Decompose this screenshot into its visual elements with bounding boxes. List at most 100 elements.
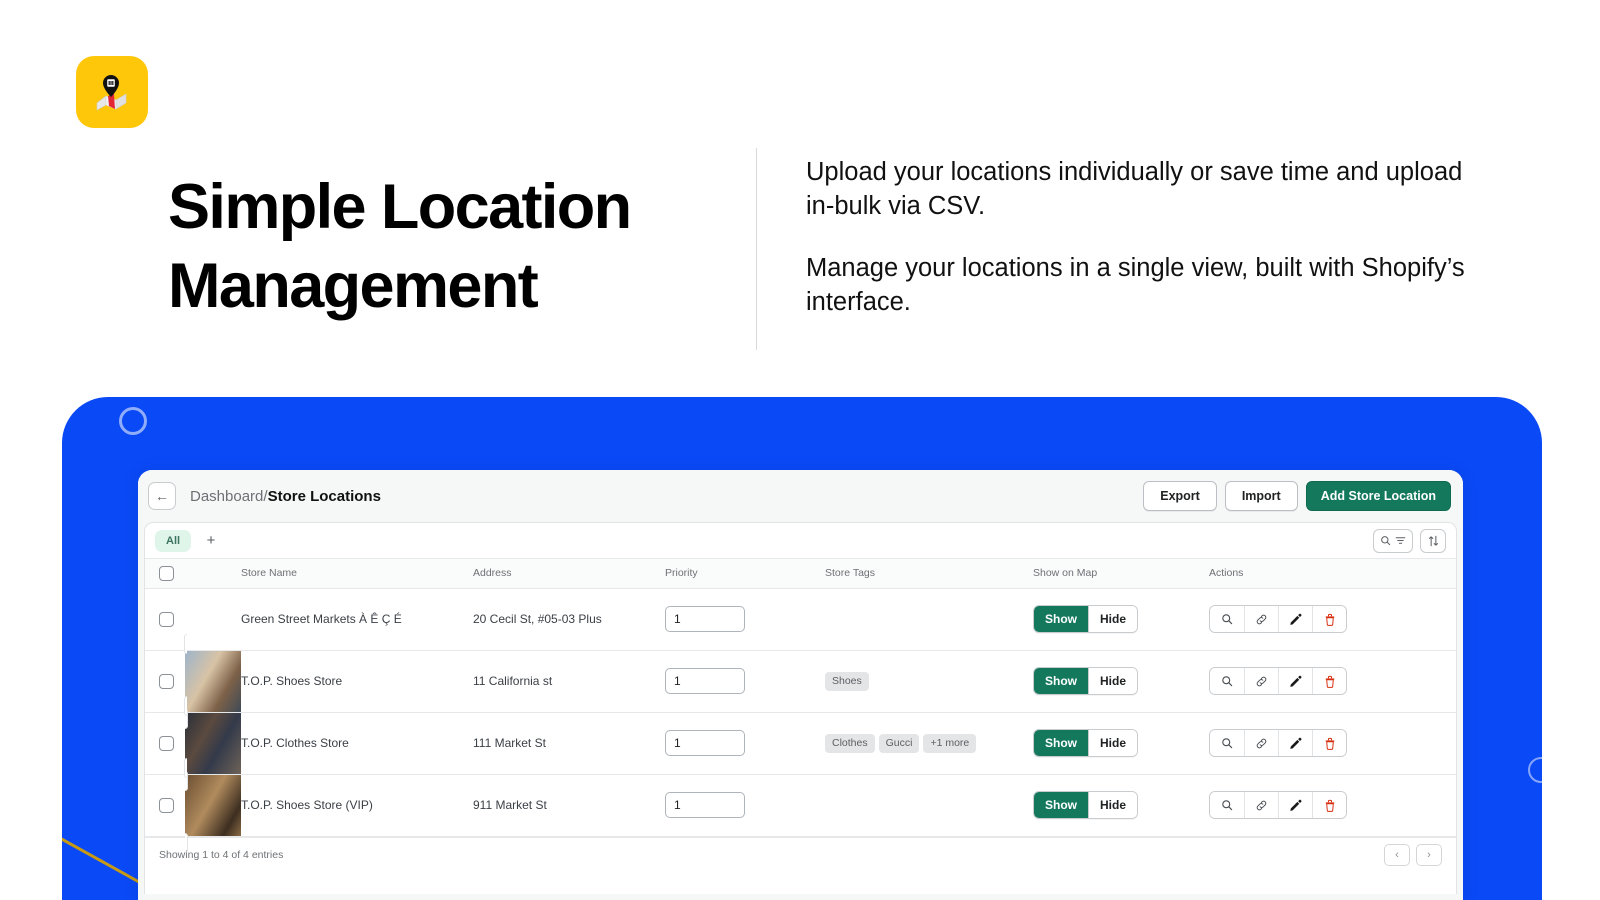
show-on-map-toggle: Show Hide	[1033, 667, 1138, 695]
copy-link-button[interactable]	[1244, 606, 1278, 632]
device-side-button-icon	[1528, 757, 1542, 783]
row-actions	[1209, 729, 1347, 757]
row-actions-cell	[1209, 712, 1456, 774]
row-actions	[1209, 667, 1347, 695]
add-view-button[interactable]: +	[201, 531, 221, 551]
row-tags-cell: ClothesGucci+1 more	[825, 712, 1033, 774]
row-address: 111 Market St	[473, 712, 665, 774]
hero-paragraph-1: Upload your locations individually or sa…	[806, 156, 1466, 224]
link-icon	[1255, 613, 1268, 626]
header-store-name[interactable]: Store Name	[241, 559, 473, 588]
hero-divider	[756, 148, 757, 350]
edit-button[interactable]	[1278, 792, 1312, 818]
breadcrumb-parent[interactable]: Dashboard/	[190, 488, 268, 505]
filter-toolbar-right	[1373, 529, 1446, 553]
row-actions-cell	[1209, 774, 1456, 836]
copy-link-button[interactable]	[1244, 792, 1278, 818]
row-checkbox[interactable]	[159, 736, 174, 751]
priority-input[interactable]	[665, 606, 745, 632]
header-thumbnail	[185, 559, 241, 588]
row-select-cell	[145, 774, 185, 836]
row-show-on-map-cell: Show Hide	[1033, 712, 1209, 774]
pencil-icon	[1289, 799, 1302, 812]
store-tag[interactable]: Clothes	[825, 734, 875, 753]
delete-button[interactable]	[1312, 606, 1346, 632]
edit-button[interactable]	[1278, 730, 1312, 756]
back-button[interactable]: ←	[148, 482, 176, 510]
row-store-name[interactable]: T.O.P. Clothes Store	[241, 712, 473, 774]
show-on-map-toggle: Show Hide	[1033, 729, 1138, 757]
select-all-checkbox[interactable]	[159, 566, 174, 581]
store-tag[interactable]: Gucci	[879, 734, 920, 753]
header-priority[interactable]: Priority	[665, 559, 825, 588]
row-show-on-map-cell: Show Hide	[1033, 774, 1209, 836]
search-icon	[1221, 737, 1233, 749]
pagination: ‹ ›	[1384, 844, 1442, 866]
export-button[interactable]: Export	[1143, 481, 1217, 511]
preview-button[interactable]	[1210, 730, 1244, 756]
store-tag[interactable]: Shoes	[825, 672, 869, 691]
edit-button[interactable]	[1278, 606, 1312, 632]
row-actions-cell	[1209, 650, 1456, 712]
row-checkbox[interactable]	[159, 798, 174, 813]
hide-option[interactable]: Hide	[1088, 730, 1137, 756]
row-show-on-map-cell: Show Hide	[1033, 588, 1209, 650]
preview-button[interactable]	[1210, 606, 1244, 632]
row-store-name[interactable]: Green Street Markets À Ê Ç É	[241, 588, 473, 650]
add-store-location-button[interactable]: Add Store Location	[1306, 481, 1451, 511]
copy-link-button[interactable]	[1244, 730, 1278, 756]
row-tags-cell: Shoes	[825, 650, 1033, 712]
row-select-cell	[145, 712, 185, 774]
show-option[interactable]: Show	[1034, 792, 1088, 818]
sort-button[interactable]	[1420, 529, 1446, 553]
priority-input[interactable]	[665, 668, 745, 694]
hide-option[interactable]: Hide	[1088, 606, 1137, 632]
pencil-icon	[1289, 613, 1302, 626]
delete-button[interactable]	[1312, 730, 1346, 756]
trash-icon	[1324, 737, 1336, 750]
header-show-on-map[interactable]: Show on Map	[1033, 559, 1209, 588]
pagination-next-button[interactable]: ›	[1416, 844, 1442, 866]
table-row: T.O.P. Shoes Store (VIP) 911 Market St S…	[145, 774, 1456, 836]
tab-all[interactable]: All	[155, 530, 191, 552]
hide-option[interactable]: Hide	[1088, 668, 1137, 694]
row-checkbox[interactable]	[159, 612, 174, 627]
header-store-tags[interactable]: Store Tags	[825, 559, 1033, 588]
copy-link-button[interactable]	[1244, 668, 1278, 694]
trash-icon	[1324, 613, 1336, 626]
row-address: 11 California st	[473, 650, 665, 712]
edit-button[interactable]	[1278, 668, 1312, 694]
pagination-previous-button[interactable]: ‹	[1384, 844, 1410, 866]
map-pin-app-icon	[76, 56, 148, 128]
search-filter-button[interactable]	[1373, 529, 1413, 553]
hide-option[interactable]: Hide	[1088, 792, 1137, 818]
table-body: Green Street Markets À Ê Ç É 20 Cecil St…	[145, 588, 1456, 836]
row-show-on-map-cell: Show Hide	[1033, 650, 1209, 712]
import-button[interactable]: Import	[1225, 481, 1298, 511]
delete-button[interactable]	[1312, 668, 1346, 694]
row-thumbnail-cell	[185, 650, 241, 712]
preview-button[interactable]	[1210, 668, 1244, 694]
row-actions-cell	[1209, 588, 1456, 650]
show-option[interactable]: Show	[1034, 668, 1088, 694]
show-option[interactable]: Show	[1034, 730, 1088, 756]
delete-button[interactable]	[1312, 792, 1346, 818]
filter-toolbar: All +	[145, 523, 1456, 559]
row-select-cell	[145, 588, 185, 650]
row-store-name[interactable]: T.O.P. Shoes Store	[241, 650, 473, 712]
show-option[interactable]: Show	[1034, 606, 1088, 632]
header-address[interactable]: Address	[473, 559, 665, 588]
row-checkbox[interactable]	[159, 674, 174, 689]
store-tag[interactable]: +1 more	[923, 734, 976, 753]
priority-input[interactable]	[665, 730, 745, 756]
show-on-map-toggle: Show Hide	[1033, 791, 1138, 819]
sort-arrows-icon	[1428, 535, 1439, 547]
preview-button[interactable]	[1210, 792, 1244, 818]
show-on-map-toggle: Show Hide	[1033, 605, 1138, 633]
hero-description: Upload your locations individually or sa…	[806, 156, 1466, 320]
link-icon	[1255, 675, 1268, 688]
row-actions	[1209, 605, 1347, 633]
row-store-name[interactable]: T.O.P. Shoes Store (VIP)	[241, 774, 473, 836]
priority-input[interactable]	[665, 792, 745, 818]
back-arrow-icon: ←	[155, 488, 169, 504]
